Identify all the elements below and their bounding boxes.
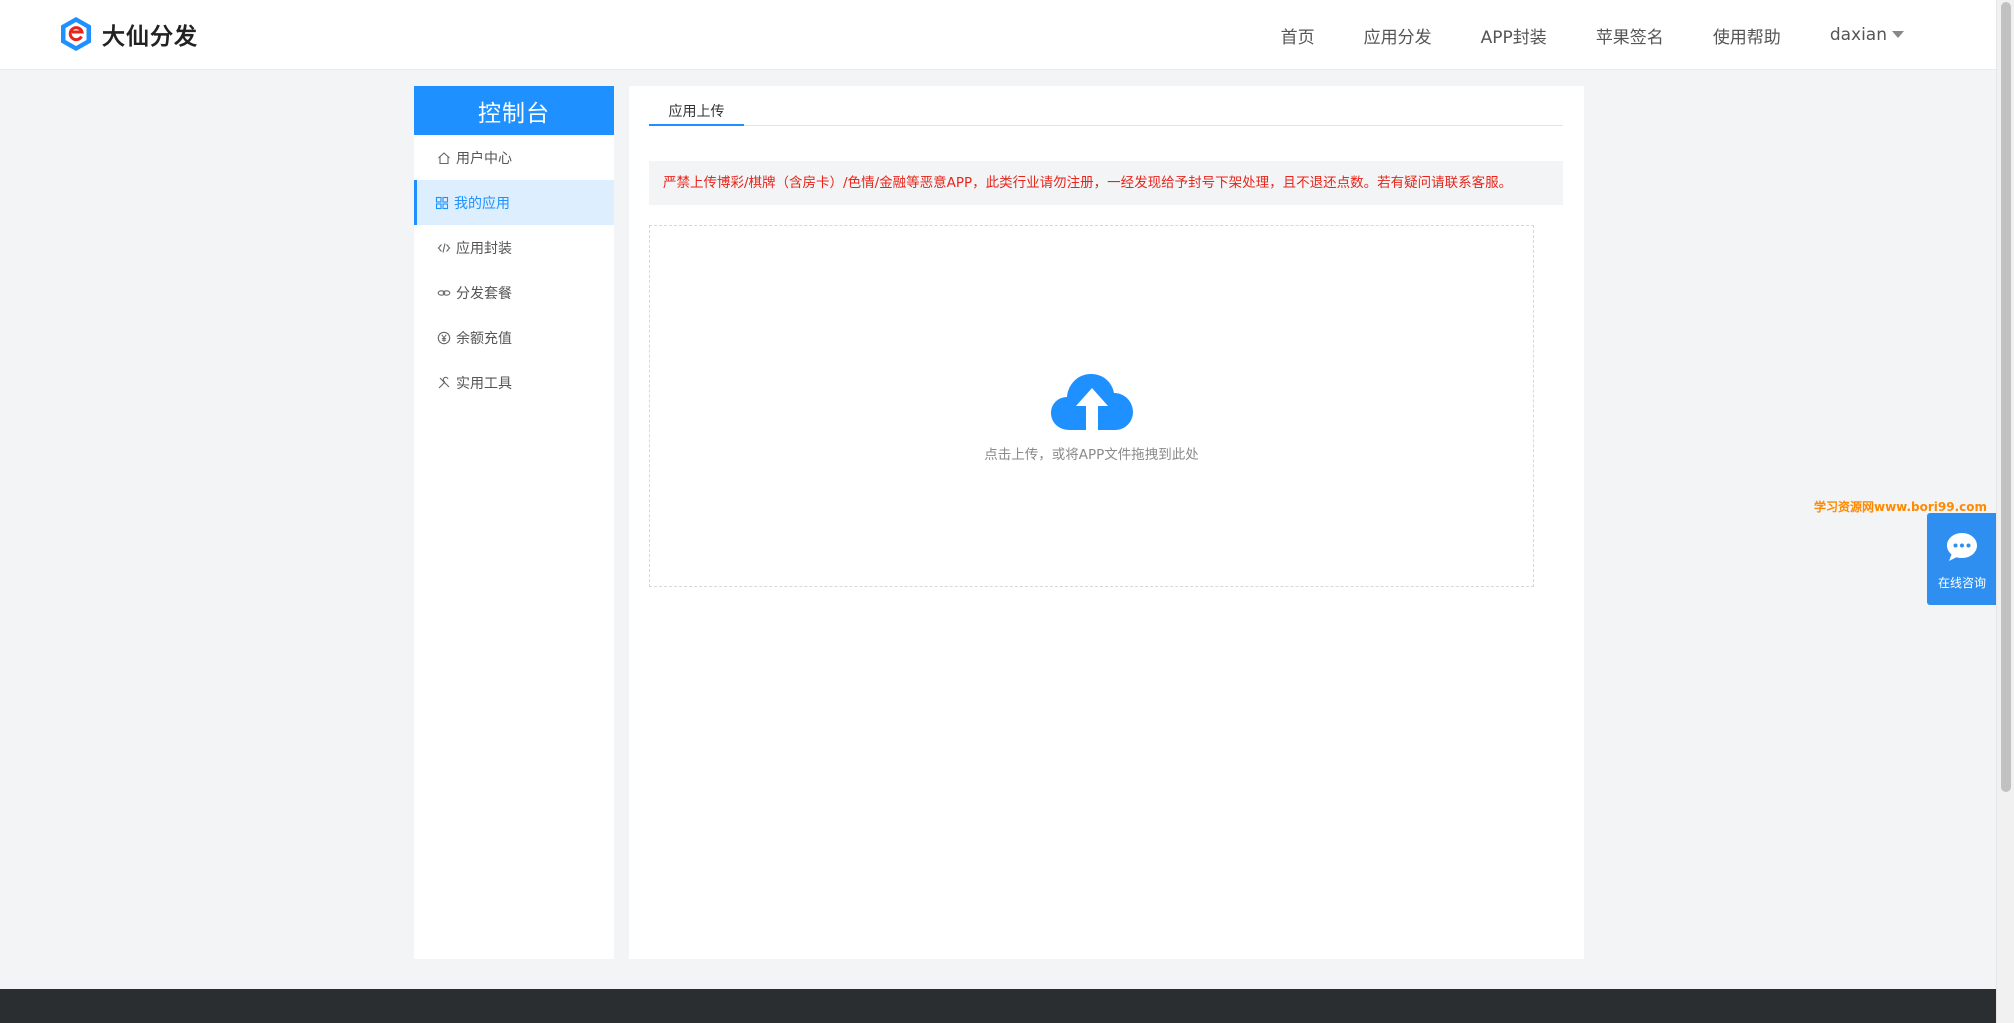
- main-panel: 应用上传 严禁上传博彩/棋牌（含房卡）/色情/金融等恶意APP，此类行业请勿注册…: [629, 86, 1584, 959]
- code-icon: [437, 241, 451, 255]
- nav-app-packaging[interactable]: APP封装: [1481, 23, 1547, 48]
- user-menu[interactable]: daxian: [1830, 25, 1904, 45]
- online-consult-button[interactable]: 在线咨询: [1927, 513, 1997, 605]
- logo-text: 大仙分发: [102, 24, 198, 50]
- top-header: 大仙分发 首页 应用分发 APP封装 苹果签名 使用帮助 daxian: [0, 0, 1996, 70]
- cloud-upload-icon: [1051, 374, 1133, 430]
- tab-bar: 应用上传: [649, 102, 1563, 126]
- hexagon-e-logo-icon: [61, 17, 91, 51]
- sidebar-item-user-center[interactable]: 用户中心: [414, 135, 614, 180]
- sidebar-item-app-packaging[interactable]: 应用封装: [414, 225, 614, 270]
- page-scrollbar[interactable]: [1996, 0, 2014, 1023]
- sidebar-title: 控制台: [414, 86, 614, 135]
- warning-notice: 严禁上传博彩/棋牌（含房卡）/色情/金融等恶意APP，此类行业请勿注册，一经发现…: [649, 161, 1563, 205]
- sidebar-item-plans[interactable]: 分发套餐: [414, 270, 614, 315]
- sidebar-item-recharge[interactable]: 余额充值: [414, 315, 614, 360]
- nav-home[interactable]: 首页: [1281, 23, 1315, 48]
- tools-icon: [437, 376, 451, 390]
- nav-help[interactable]: 使用帮助: [1713, 23, 1781, 48]
- username: daxian: [1829, 25, 1887, 45]
- nav-app-distribution[interactable]: 应用分发: [1364, 23, 1432, 48]
- sidebar-item-label: 余额充值: [456, 330, 512, 347]
- scrollbar-thumb[interactable]: [2001, 2, 2011, 792]
- footer: [0, 989, 1996, 1023]
- sidebar-item-label: 用户中心: [456, 150, 512, 167]
- tab-app-upload[interactable]: 应用上传: [649, 102, 744, 126]
- main-nav: 首页 应用分发 APP封装 苹果签名 使用帮助 daxian: [1232, 0, 1904, 70]
- sidebar-item-label: 分发套餐: [456, 285, 512, 302]
- sidebar: 控制台 用户中心 我的应用 应用封装 分发套餐 余额充值 实用工具: [414, 86, 614, 959]
- sidebar-item-my-apps[interactable]: 我的应用: [414, 180, 614, 225]
- sidebar-item-label: 应用封装: [456, 240, 512, 257]
- logo[interactable]: 大仙分发: [60, 16, 198, 52]
- online-consult-label: 在线咨询: [1937, 576, 1986, 590]
- sidebar-item-label: 实用工具: [456, 375, 512, 392]
- upload-dropzone[interactable]: 点击上传，或将APP文件拖拽到此处: [649, 225, 1534, 587]
- sidebar-item-label: 我的应用: [454, 195, 510, 212]
- yen-icon: [437, 331, 451, 345]
- caret-down-icon: [1892, 30, 1904, 38]
- nav-apple-signing[interactable]: 苹果签名: [1596, 23, 1664, 48]
- sidebar-item-tools[interactable]: 实用工具: [414, 360, 614, 405]
- chat-bubble-icon: [1947, 533, 1977, 561]
- upload-hint: 点击上传，或将APP文件拖拽到此处: [984, 447, 1199, 463]
- home-icon: [437, 151, 451, 165]
- link-icon: [437, 286, 451, 300]
- apps-icon: [435, 196, 449, 210]
